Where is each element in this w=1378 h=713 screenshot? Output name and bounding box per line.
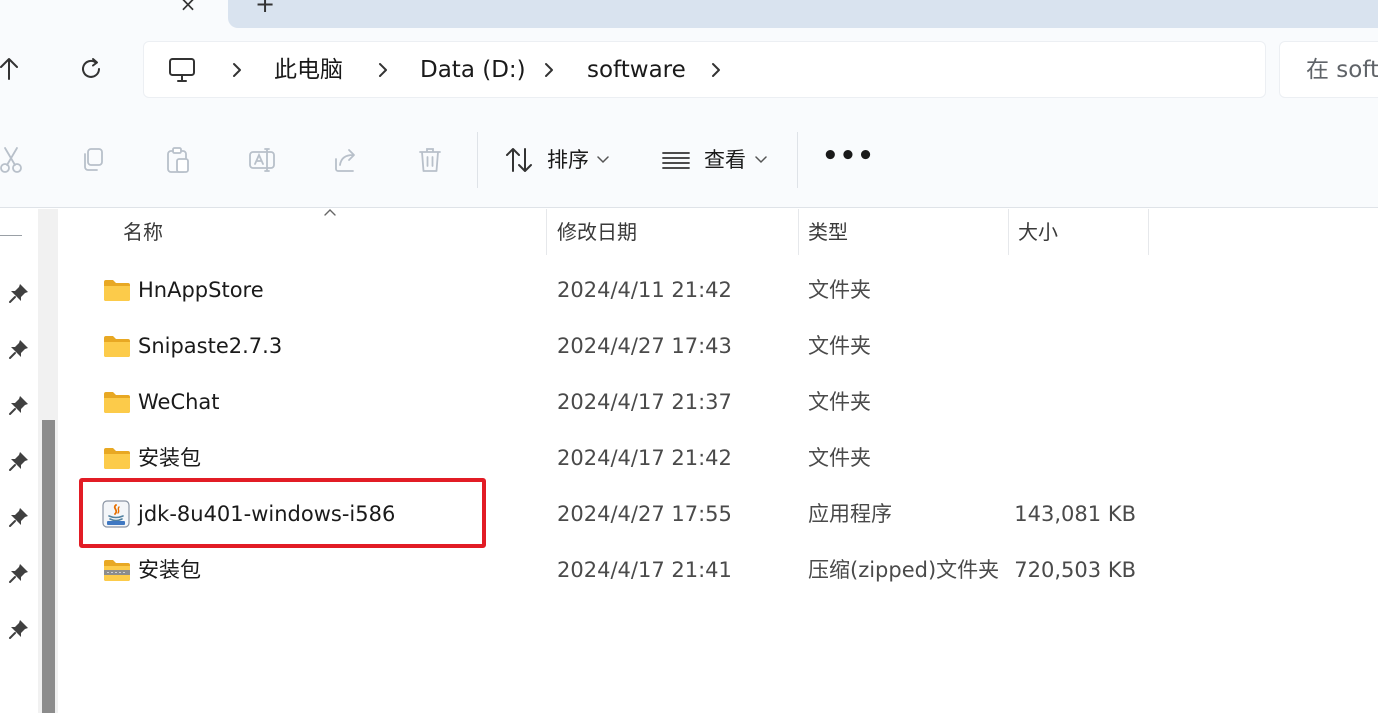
file-date: 2024/4/17 21:37: [557, 390, 732, 414]
command-bar: 排序 查看 •••: [0, 112, 1378, 208]
pin-icon[interactable]: [8, 282, 30, 304]
search-input[interactable]: 在 soft: [1279, 41, 1378, 98]
file-date: 2024/4/17 21:41: [557, 558, 732, 582]
pin-icon[interactable]: [8, 338, 30, 360]
pin-icon[interactable]: [8, 618, 30, 640]
new-tab-icon[interactable]: +: [253, 0, 277, 16]
column-divider[interactable]: [1008, 209, 1009, 255]
file-name[interactable]: Snipaste2.7.3: [138, 318, 282, 374]
chevron-right-icon[interactable]: [226, 59, 248, 81]
file-size: 143,081 KB: [1014, 502, 1136, 526]
file-date: 2024/4/27 17:55: [557, 502, 732, 526]
sort-icon[interactable]: [504, 145, 534, 175]
file-size: [1006, 262, 1136, 318]
folder-icon: [104, 280, 130, 301]
file-type: 文件夹: [808, 278, 871, 302]
copy-icon[interactable]: [78, 145, 108, 175]
file-date: 2024/4/27 17:43: [557, 334, 732, 358]
more-options-button[interactable]: •••: [822, 143, 874, 175]
command-separator: [797, 132, 798, 188]
active-tab[interactable]: ×: [0, 0, 240, 28]
file-list: 名称 修改日期 类型 大小 HnAppStore 2024/4/11 21:42…: [66, 209, 1378, 713]
pin-icon[interactable]: [8, 450, 30, 472]
nav-scrollbar-thumb[interactable]: [42, 420, 55, 713]
column-header-type[interactable]: 类型: [808, 209, 848, 255]
highlight-box: [79, 478, 486, 548]
folder-icon: [104, 336, 130, 357]
rename-icon[interactable]: [247, 145, 277, 175]
chevron-right-icon[interactable]: [538, 59, 560, 81]
breadcrumb-this-pc[interactable]: 此电脑: [274, 42, 343, 99]
file-type: 应用程序: [808, 502, 892, 526]
column-divider[interactable]: [1148, 209, 1149, 255]
folder-icon: [104, 392, 130, 413]
column-header-size[interactable]: 大小: [1018, 209, 1058, 255]
file-size: [1006, 374, 1136, 430]
paste-icon[interactable]: [163, 145, 193, 175]
view-button[interactable]: 查看: [704, 145, 746, 175]
breadcrumb-data-drive[interactable]: Data (D:): [420, 42, 526, 99]
breadcrumb-software[interactable]: software: [587, 42, 686, 99]
file-size: 720,503 KB: [1014, 558, 1136, 582]
file-row[interactable]: WeChat 2024/4/17 21:37 文件夹: [66, 374, 1378, 430]
sort-button[interactable]: 排序: [547, 145, 589, 175]
file-type: 压缩(zipped)文件夹: [808, 558, 1000, 582]
view-icon[interactable]: [661, 145, 691, 175]
sort-ascending-icon: [324, 209, 336, 216]
chevron-down-icon[interactable]: [597, 156, 609, 164]
tab-strip-background: [228, 0, 1378, 28]
column-divider[interactable]: [546, 209, 547, 255]
file-row[interactable]: HnAppStore 2024/4/11 21:42 文件夹: [66, 262, 1378, 318]
computer-icon[interactable]: [167, 56, 197, 84]
command-separator: [477, 132, 478, 188]
file-type: 文件夹: [808, 390, 871, 414]
navigation-pane: [0, 209, 66, 713]
refresh-icon[interactable]: [76, 54, 106, 84]
file-row[interactable]: Snipaste2.7.3 2024/4/27 17:43 文件夹: [66, 318, 1378, 374]
chevron-right-icon[interactable]: [372, 59, 394, 81]
address-bar[interactable]: 此电脑 Data (D:) software: [143, 41, 1266, 98]
delete-icon[interactable]: [415, 145, 445, 175]
file-type: 文件夹: [808, 446, 871, 470]
nav-divider: [0, 235, 22, 236]
pin-icon[interactable]: [8, 394, 30, 416]
zip-folder-icon: [104, 560, 130, 581]
pin-icon[interactable]: [8, 506, 30, 528]
share-icon[interactable]: [331, 145, 361, 175]
up-arrow-icon[interactable]: [0, 54, 24, 84]
chevron-right-icon[interactable]: [705, 59, 727, 81]
tab-strip: × +: [0, 0, 1378, 28]
file-date: 2024/4/11 21:42: [557, 278, 732, 302]
pin-icon[interactable]: [8, 562, 30, 584]
navigation-bar: 此电脑 Data (D:) software 在 soft: [0, 28, 1378, 112]
file-name[interactable]: WeChat: [138, 374, 220, 430]
column-header-name[interactable]: 名称: [123, 209, 163, 255]
column-header-date[interactable]: 修改日期: [557, 209, 637, 255]
column-divider[interactable]: [798, 209, 799, 255]
file-size: [1006, 318, 1136, 374]
file-type: 文件夹: [808, 334, 871, 358]
file-date: 2024/4/17 21:42: [557, 446, 732, 470]
close-tab-icon[interactable]: ×: [178, 0, 198, 14]
file-name[interactable]: HnAppStore: [138, 262, 264, 318]
file-name[interactable]: 安装包: [138, 542, 201, 598]
folder-icon: [104, 448, 130, 469]
chevron-down-icon[interactable]: [755, 156, 767, 164]
cut-icon[interactable]: [0, 145, 26, 175]
file-row[interactable]: 安装包 2024/4/17 21:41 压缩(zipped)文件夹 720,50…: [66, 542, 1378, 598]
file-size: [1006, 430, 1136, 486]
